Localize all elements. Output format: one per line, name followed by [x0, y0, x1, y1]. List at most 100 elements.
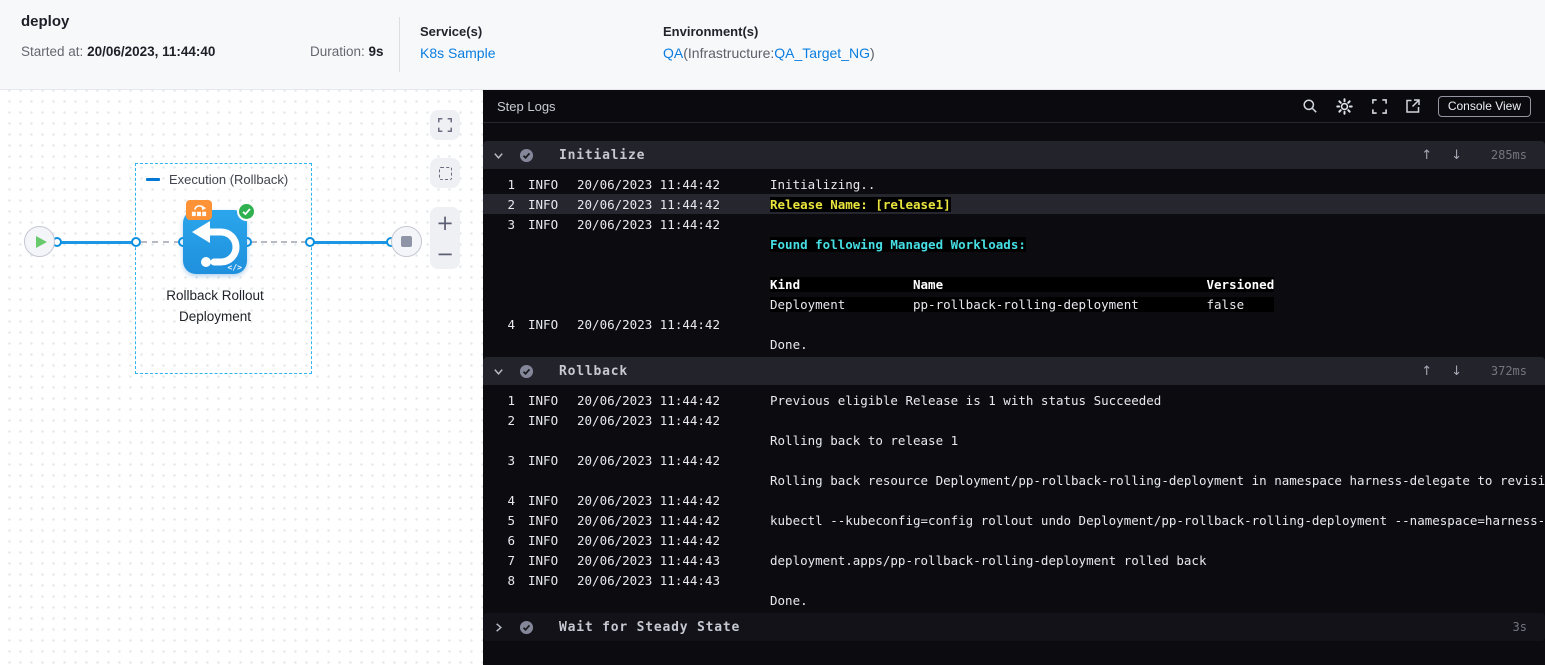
log-row[interactable]: 8 INFO 20/06/2023 11:44:43 [483, 570, 1545, 590]
section-duration: 372ms [1490, 364, 1527, 378]
log-row[interactable]: 3 INFO 20/06/2023 11:44:42 [483, 450, 1545, 470]
log-row[interactable]: 3 INFO 20/06/2023 11:44:42 [483, 214, 1545, 234]
log-level: INFO [528, 196, 559, 212]
log-num: 7 [507, 552, 515, 568]
zoom-controls: + − [430, 207, 460, 269]
log-message: Previous eligible Release is 1 with stat… [770, 392, 1162, 408]
section-success-icon [519, 364, 534, 379]
log-time: 20/06/2023 11:44:42 [577, 176, 720, 192]
scroll-to-top-icon[interactable]: ↑ [1421, 149, 1432, 162]
services-label: Service(s) [420, 24, 483, 39]
log-row[interactable]: Deployment pp-rollback-rolling-deploymen… [483, 294, 1545, 314]
open-in-new-icon[interactable] [1405, 98, 1421, 114]
fit-view-button[interactable] [430, 110, 460, 140]
log-row[interactable]: 4 INFO 20/06/2023 11:44:42 [483, 314, 1545, 334]
step-success-icon [237, 202, 256, 221]
log-time: 20/06/2023 11:44:42 [577, 196, 720, 212]
settings-gear-icon[interactable] [1335, 97, 1354, 116]
log-row[interactable]: Found following Managed Workloads: [483, 234, 1545, 254]
step-label[interactable]: Rollback Rollout Deployment [133, 285, 297, 327]
pipeline-canvas[interactable]: Execution (Rollback) </> Rollback Rollou… [0, 90, 483, 665]
log-level: INFO [528, 492, 559, 508]
log-level: INFO [528, 552, 559, 568]
log-row[interactable]: Done. [483, 334, 1545, 354]
step-logs-title: Step Logs [497, 98, 556, 114]
log-row[interactable]: Kind Name Versioned [483, 274, 1545, 294]
section-success-icon [519, 620, 534, 635]
duration-value: 9s [368, 44, 384, 59]
scroll-to-bottom-icon[interactable]: ↓ [1451, 149, 1462, 162]
fullscreen-icon[interactable] [1371, 98, 1388, 115]
console-view-button[interactable]: Console View [1437, 95, 1531, 117]
marquee-select-button[interactable] [430, 158, 460, 188]
log-num: 4 [507, 492, 515, 508]
environment-link[interactable]: QA [663, 45, 683, 61]
log-row[interactable] [483, 254, 1545, 274]
pipeline-end-node[interactable] [391, 226, 422, 257]
log-message: Rolling back resource Deployment/pp-roll… [770, 472, 1545, 488]
log-row[interactable]: 7 INFO 20/06/2023 11:44:43 deployment.apps/… [483, 550, 1545, 570]
log-row[interactable]: 1 INFO 20/06/2023 11:44:42 Previous eligibl… [483, 390, 1545, 410]
environments-label: Environment(s) [663, 24, 759, 39]
log-message: Initializing.. [770, 176, 876, 192]
log-message: Done. [770, 592, 808, 608]
pipeline-start-node[interactable] [24, 226, 55, 257]
log-message: Done. [770, 336, 808, 352]
log-level: INFO [528, 512, 559, 528]
edge-stage-to-step [141, 241, 180, 243]
section-duration: 3s [1512, 620, 1527, 634]
log-row[interactable]: Rolling back resource Deployment/pp-roll… [483, 470, 1545, 490]
log-message: Deployment pp-rollback-rolling-deploymen… [770, 296, 1275, 312]
rollout-strategy-badge-icon [186, 200, 212, 220]
log-num: 6 [507, 532, 515, 548]
log-section-header-initialize[interactable]: Initialize ↑ ↓ 285ms [483, 141, 1545, 169]
log-num: 3 [507, 216, 515, 232]
log-level: INFO [528, 216, 559, 232]
collapse-stage-icon[interactable] [146, 178, 160, 181]
services-block: Service(s) K8s Sample [420, 24, 495, 63]
zoom-out-button[interactable]: − [430, 238, 460, 269]
service-link[interactable]: K8s Sample [420, 45, 495, 61]
chevron-down-icon[interactable] [492, 149, 505, 162]
log-row[interactable]: 4 INFO 20/06/2023 11:44:42 [483, 490, 1545, 510]
scroll-to-bottom-icon[interactable]: ↓ [1451, 365, 1462, 378]
log-level: INFO [528, 412, 559, 428]
duration: Duration: 9s [310, 44, 384, 59]
fit-view-icon [438, 118, 452, 132]
log-section-header-rollback[interactable]: Rollback ↑ ↓ 372ms [483, 357, 1545, 385]
log-row[interactable]: 1 INFO 20/06/2023 11:44:42 Initializing.. [483, 174, 1545, 194]
log-section-header-wait-for-steady-state[interactable]: Wait for Steady State 3s [483, 613, 1545, 641]
stage-header[interactable]: Execution (Rollback) [146, 172, 288, 187]
edge-step-to-stage-end [251, 241, 307, 243]
log-rows-initialize: 1 INFO 20/06/2023 11:44:42 Initializing.. 2 I… [483, 169, 1545, 357]
log-num: 4 [507, 316, 515, 332]
zoom-in-button[interactable]: + [430, 207, 460, 238]
chevron-right-icon[interactable] [492, 621, 505, 634]
log-row[interactable]: 6 INFO 20/06/2023 11:44:42 [483, 530, 1545, 550]
log-num: 1 [507, 392, 515, 408]
log-time: 20/06/2023 11:44:43 [577, 572, 720, 588]
scroll-to-top-icon[interactable]: ↑ [1421, 365, 1432, 378]
log-message: Kind Name Versioned [770, 276, 1275, 292]
stop-icon [401, 236, 412, 247]
log-row[interactable]: Done. [483, 590, 1545, 610]
code-icon: </> [227, 263, 242, 272]
edge-port [305, 237, 315, 247]
edge-stage-to-end [313, 241, 389, 244]
log-row[interactable]: Rolling back to release 1 [483, 430, 1545, 450]
chevron-down-icon[interactable] [492, 365, 505, 378]
log-row[interactable]: 2 INFO 20/06/2023 11:44:42 Release Name: [r… [483, 194, 1545, 214]
header-divider [399, 17, 400, 72]
stage-title: Execution (Rollback) [169, 172, 289, 187]
log-time: 20/06/2023 11:44:42 [577, 512, 720, 528]
infrastructure-link[interactable]: QA_Target_NG [774, 45, 870, 61]
log-num: 2 [507, 412, 515, 428]
environment-close-paren: ) [869, 45, 875, 61]
log-row[interactable]: 2 INFO 20/06/2023 11:44:42 [483, 410, 1545, 430]
edge-start-to-stage [58, 241, 134, 244]
search-icon[interactable] [1302, 98, 1318, 114]
section-duration: 285ms [1490, 148, 1527, 162]
started-at: Started at: 20/06/2023, 11:44:40 [21, 44, 215, 59]
log-sections: Initialize ↑ ↓ 285ms 1 INFO 20/06/2023 11:44:4… [483, 141, 1545, 641]
log-row[interactable]: 5 INFO 20/06/2023 11:44:42 kubectl --kubeco… [483, 510, 1545, 530]
